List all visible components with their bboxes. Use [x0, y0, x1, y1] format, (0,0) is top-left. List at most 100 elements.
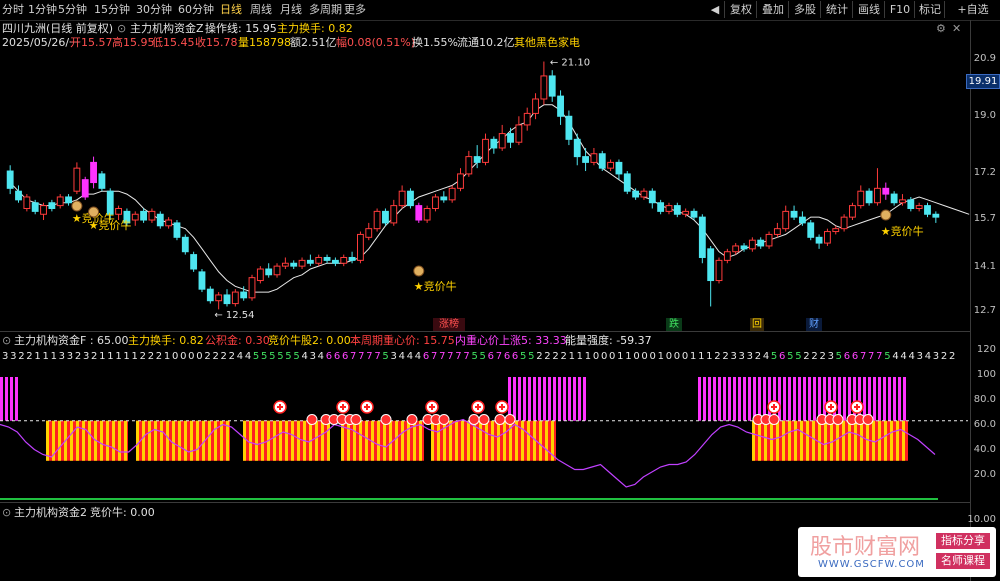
magenta-stripe: [878, 377, 881, 421]
yellow-stripe: [467, 420, 470, 461]
yellow-stripe: [437, 420, 440, 461]
yellow-stripe: [243, 420, 246, 461]
magenta-stripe: [518, 377, 521, 421]
panel-separator: [0, 502, 970, 503]
magenta-stripe: [873, 377, 876, 421]
yellow-stripe: [890, 420, 893, 461]
magenta-stripe: [583, 377, 586, 421]
yellow-stripe: [902, 420, 905, 461]
yellow-stripe: [208, 420, 211, 461]
yellow-stripe: [160, 420, 163, 461]
magenta-stripe: [788, 377, 791, 421]
yellow-stripe: [124, 420, 127, 461]
magenta-stripe: [803, 377, 806, 421]
yellow-stripe: [800, 420, 803, 461]
red-ball-icon: [380, 414, 392, 425]
magenta-stripe: [888, 377, 891, 421]
y-tick: 19.0: [973, 110, 996, 121]
yellow-stripe: [539, 420, 542, 461]
sub2-toggle-icon[interactable]: ⊙: [2, 506, 11, 519]
magenta-stripe: [798, 377, 801, 421]
yellow-stripe: [479, 420, 482, 461]
magenta-stripe: [783, 377, 786, 421]
red-ball-icon: [504, 414, 516, 425]
magenta-stripe: [553, 377, 556, 421]
yellow-stripe: [178, 420, 181, 461]
magenta-stripe: [738, 377, 741, 421]
yellow-stripe: [347, 420, 350, 461]
magenta-stripe: [543, 377, 546, 421]
magenta-stripe: [813, 377, 816, 421]
red-ball-icon: [306, 414, 318, 425]
magenta-stripe: [823, 377, 826, 421]
yellow-stripe: [854, 420, 857, 461]
magenta-stripe: [833, 377, 836, 421]
magenta-stripe: [538, 377, 541, 421]
yellow-stripe: [249, 420, 252, 461]
yellow-stripe: [279, 420, 282, 461]
yellow-stripe: [184, 420, 187, 461]
yellow-stripe: [70, 420, 73, 461]
sub2-value: 竞价牛: 0.00: [90, 506, 155, 519]
red-ball-icon: [350, 414, 362, 425]
magenta-stripe: [718, 377, 721, 421]
yellow-stripe: [401, 420, 404, 461]
magenta-stripe: [523, 377, 526, 421]
yellow-stripe: [166, 420, 169, 461]
yellow-stripe: [545, 420, 548, 461]
yellow-stripe: [142, 420, 145, 461]
yellow-stripe: [82, 420, 85, 461]
yellow-stripe: [106, 420, 109, 461]
yellow-stripe: [758, 420, 761, 461]
yellow-stripe: [291, 420, 294, 461]
magenta-stripe: [853, 377, 856, 421]
yellow-stripe: [455, 420, 458, 461]
yellow-stripe: [485, 420, 488, 461]
yellow-stripe: [377, 420, 380, 461]
yellow-stripe: [836, 420, 839, 461]
yellow-stripe: [148, 420, 151, 461]
yellow-stripe: [88, 420, 91, 461]
yellow-stripe: [764, 420, 767, 461]
sub1-y-tick: 60.0: [973, 419, 996, 430]
yellow-stripe: [770, 420, 773, 461]
magenta-stripe: [708, 377, 711, 421]
sub1-y-tick: 40.0: [973, 444, 996, 455]
yellow-stripe: [359, 420, 362, 461]
current-price-box: 19.91: [966, 74, 1000, 89]
magenta-stripe: [728, 377, 731, 421]
red-ball-icon: [468, 414, 480, 425]
red-ball-icon: [862, 414, 874, 425]
watermark-badge-1: 指标分享: [936, 533, 990, 549]
sub2-y-tick: 10.00: [967, 514, 996, 525]
magenta-stripe: [863, 377, 866, 421]
sub2-indicator-name: 主力机构资金2: [14, 506, 87, 519]
magenta-stripe: [513, 377, 516, 421]
yellow-stripe: [100, 420, 103, 461]
yellow-stripe: [830, 420, 833, 461]
yellow-stripe: [794, 420, 797, 461]
magenta-stripe: [578, 377, 581, 421]
sub1-y-tick: 100: [976, 369, 996, 380]
yellow-stripe: [866, 420, 869, 461]
magenta-stripe: [898, 377, 901, 421]
magenta-stripe: [5, 377, 8, 421]
yellow-stripe: [419, 420, 422, 461]
yellow-stripe: [848, 420, 851, 461]
magenta-stripe: [843, 377, 846, 421]
magenta-stripe: [753, 377, 756, 421]
magenta-stripe: [733, 377, 736, 421]
magenta-stripe: [15, 377, 18, 421]
watermark-site-name: 股市财富网: [810, 535, 921, 560]
red-ball-icon: [406, 414, 418, 425]
yellow-stripe: [521, 420, 524, 461]
yellow-stripe: [58, 420, 61, 461]
sub1-y-tick: 20.0: [973, 469, 996, 480]
yellow-stripe: [261, 420, 264, 461]
watermark-url: WWW.GSCFW.COM: [818, 559, 925, 570]
magenta-stripe: [533, 377, 536, 421]
yellow-stripe: [491, 420, 494, 461]
yellow-stripe: [842, 420, 845, 461]
yellow-stripe: [226, 420, 229, 461]
yellow-stripe: [172, 420, 175, 461]
